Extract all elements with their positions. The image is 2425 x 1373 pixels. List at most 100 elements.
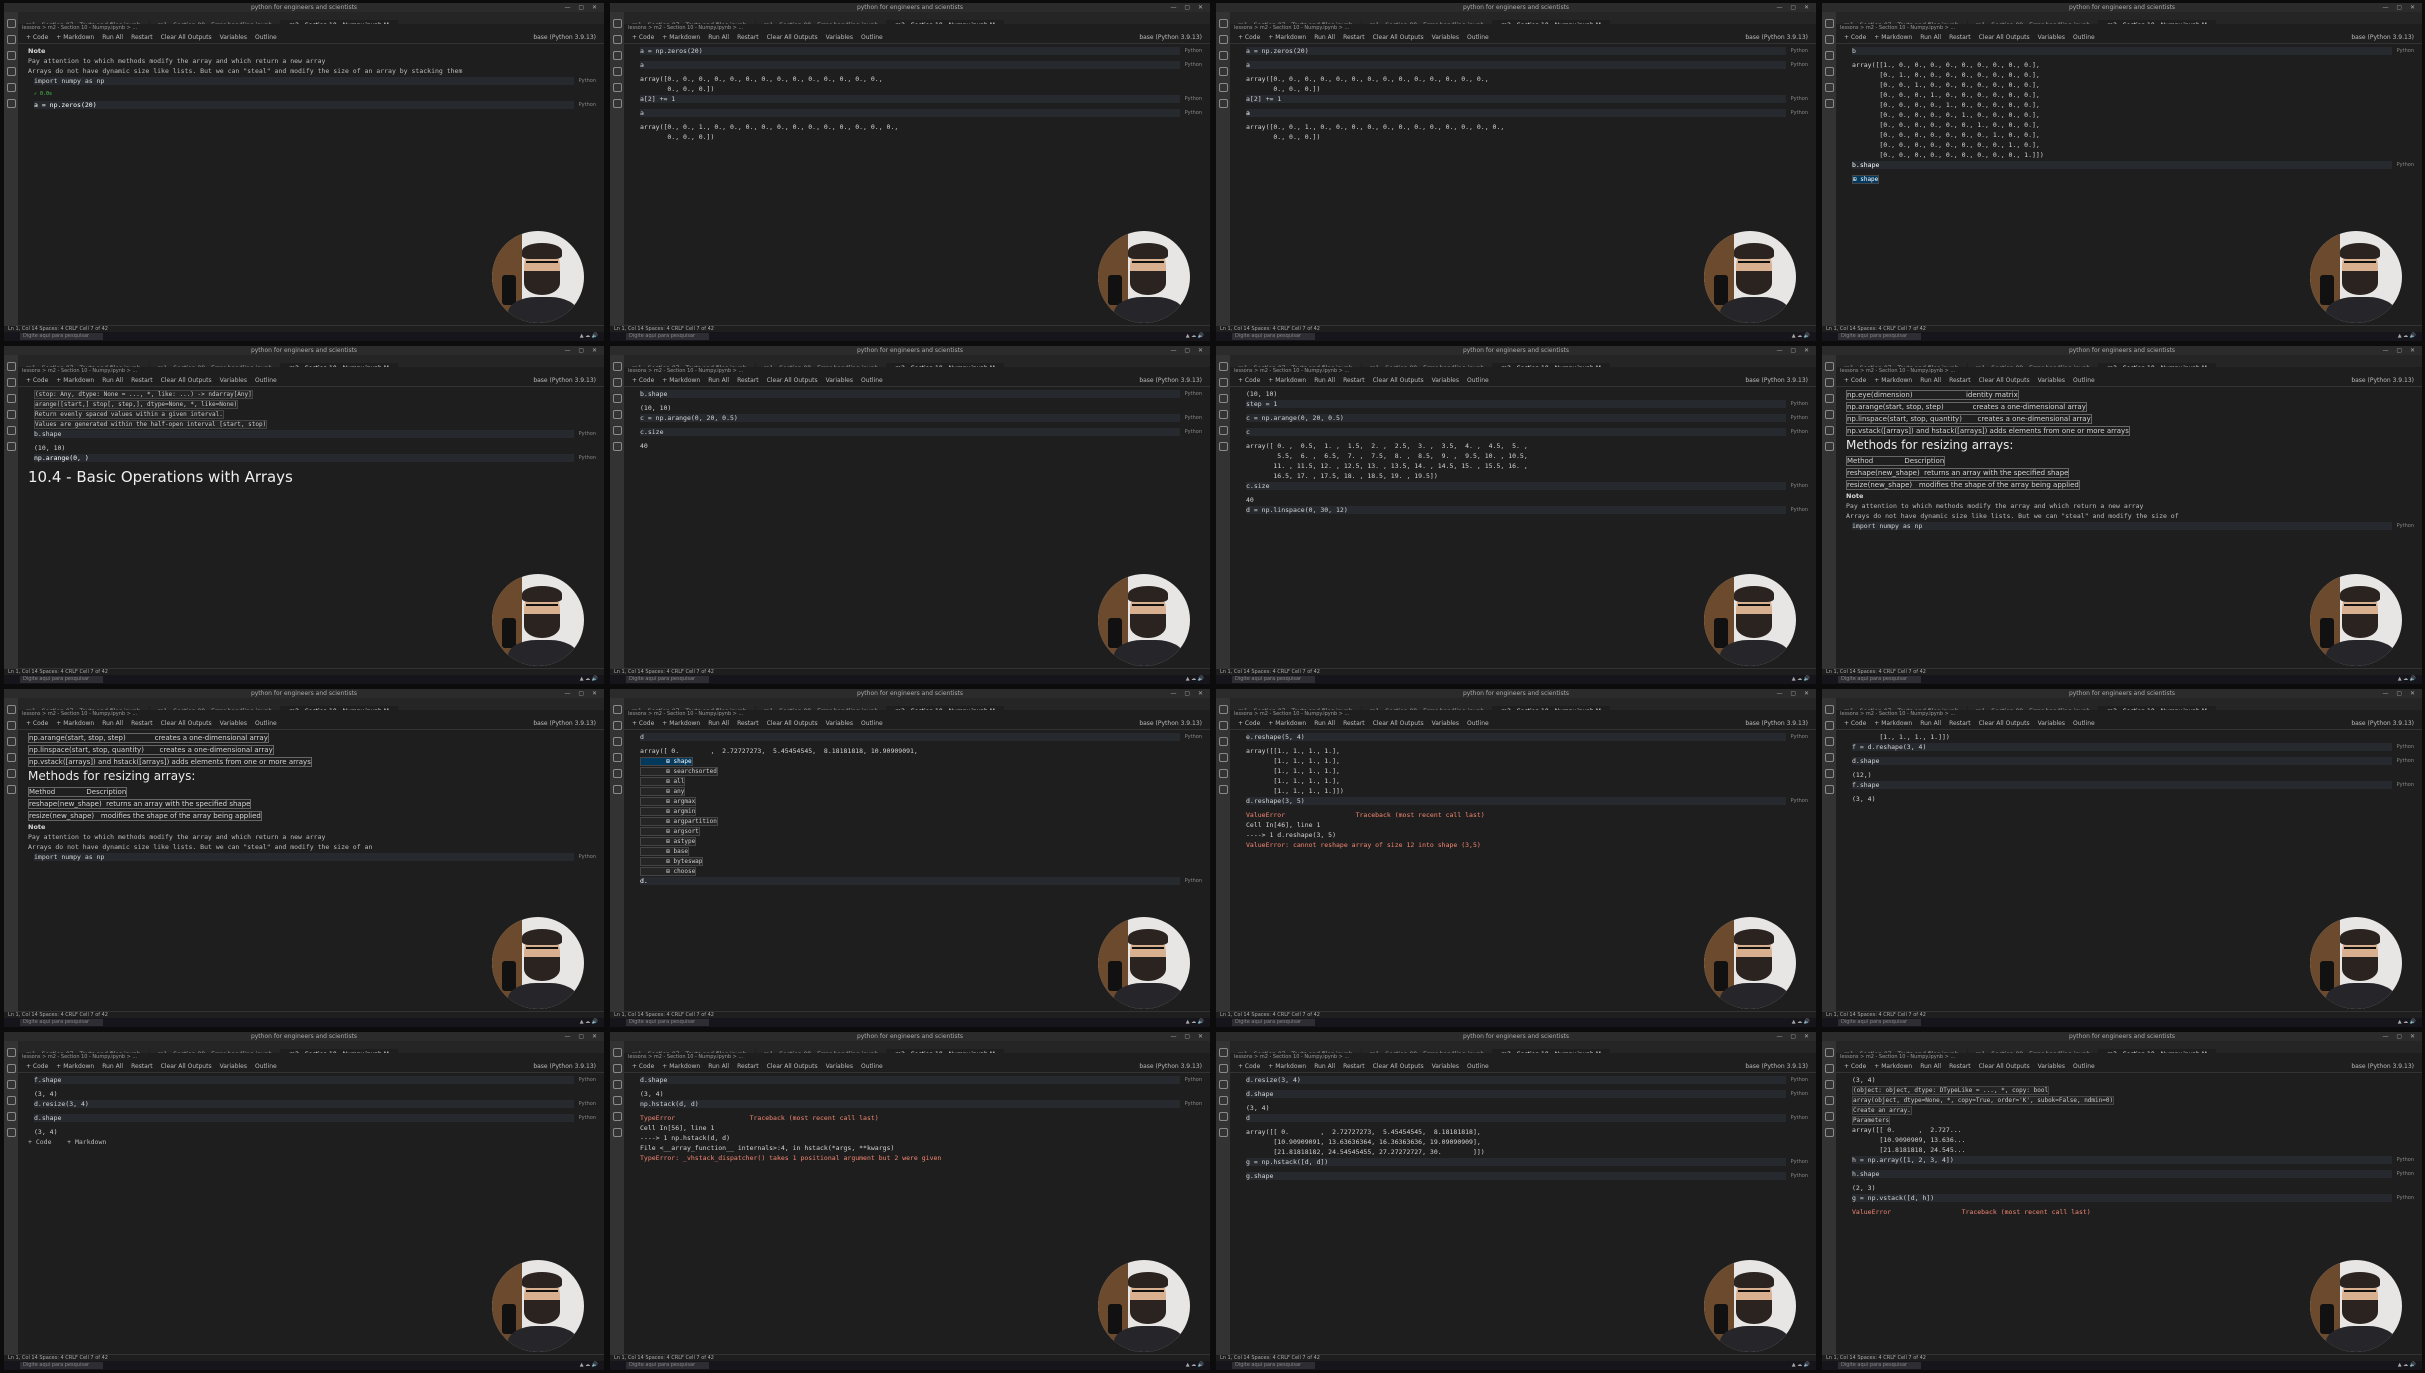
toolbar-button[interactable]: Variables: [1432, 377, 1459, 384]
tab-item[interactable]: m1 - Section 08 - Error handling.ipynb: [1362, 706, 1494, 710]
source-control-icon[interactable]: [6, 737, 16, 746]
taskbar-search[interactable]: Digite aqui para pesquisar: [1232, 1362, 1315, 1369]
tab-item[interactable]: m1 - Section 08 - Error handling.ipynb: [150, 363, 282, 367]
toolbar-button[interactable]: Run All: [1314, 1063, 1335, 1070]
code-cell[interactable]: d.reshape(3, 5): [1246, 797, 1786, 805]
kernel-picker[interactable]: base (Python 3.9.13): [1745, 1062, 1808, 1072]
search-icon[interactable]: [6, 378, 16, 387]
explorer-icon[interactable]: [1218, 705, 1228, 714]
toolbar-button[interactable]: Clear All Outputs: [767, 1063, 818, 1070]
search-icon[interactable]: [1218, 378, 1228, 387]
code-cell[interactable]: h.shape: [1852, 1170, 2392, 1178]
tab-item[interactable]: m1 - Section 07 - Texts and files.ipynb: [1230, 1049, 1362, 1053]
jupyter-icon[interactable]: [1218, 99, 1228, 108]
tab-item[interactable]: m1 - Section 08 - Error handling.ipynb: [1968, 20, 2100, 24]
extensions-icon[interactable]: [612, 1112, 622, 1121]
tab-item[interactable]: m2 - Section 10 - Numpy.ipynb M: [2099, 1049, 2216, 1053]
kernel-picker[interactable]: base (Python 3.9.13): [1745, 376, 1808, 386]
toolbar-button[interactable]: Outline: [861, 34, 883, 41]
toolbar-button[interactable]: + Code: [632, 377, 654, 384]
jupyter-icon[interactable]: [6, 442, 16, 451]
jupyter-icon[interactable]: [1824, 99, 1834, 108]
source-control-icon[interactable]: [1824, 394, 1834, 403]
search-icon[interactable]: [612, 35, 622, 44]
toolbar-button[interactable]: + Code: [632, 720, 654, 727]
search-icon[interactable]: [1218, 1064, 1228, 1073]
extensions-icon[interactable]: [6, 83, 16, 92]
toolbar-button[interactable]: + Markdown: [56, 34, 94, 41]
code-cell[interactable]: a = np.zeros(20): [34, 101, 574, 109]
toolbar-button[interactable]: + Code: [26, 377, 48, 384]
jupyter-icon[interactable]: [612, 99, 622, 108]
tab-item[interactable]: m1 - Section 07 - Texts and files.ipynb: [1230, 363, 1362, 367]
toolbar-button[interactable]: Run All: [102, 377, 123, 384]
tab-item[interactable]: m2 - Section 10 - Numpy.ipynb M: [887, 706, 1004, 710]
search-icon[interactable]: [6, 1064, 16, 1073]
toolbar-button[interactable]: Restart: [1343, 34, 1365, 41]
suggestion-item[interactable]: ⊞ choose: [640, 867, 697, 876]
explorer-icon[interactable]: [1824, 1048, 1834, 1057]
suggestion-item[interactable]: Return evenly spaced values within a giv…: [34, 410, 224, 419]
window-controls[interactable]: — ▢ ✕: [2382, 347, 2418, 354]
kernel-picker[interactable]: base (Python 3.9.13): [1139, 376, 1202, 386]
code-cell[interactable]: a = np.zeros(20): [640, 47, 1180, 55]
toolbar-button[interactable]: Run All: [1314, 377, 1335, 384]
explorer-icon[interactable]: [1824, 362, 1834, 371]
toolbar-button[interactable]: + Markdown: [1874, 34, 1912, 41]
toolbar-button[interactable]: + Code: [1238, 720, 1260, 727]
toolbar-button[interactable]: Variables: [2038, 34, 2065, 41]
suggestion-item[interactable]: ⊞ argmax: [640, 797, 697, 806]
extensions-icon[interactable]: [1824, 426, 1834, 435]
tab-item[interactable]: m1 - Section 07 - Texts and files.ipynb: [624, 1049, 756, 1053]
window-controls[interactable]: — ▢ ✕: [2382, 690, 2418, 697]
taskbar-search[interactable]: Digite aqui para pesquisar: [626, 676, 709, 683]
jupyter-icon[interactable]: [1824, 442, 1834, 451]
window-controls[interactable]: — ▢ ✕: [2382, 1033, 2418, 1040]
toolbar-button[interactable]: Clear All Outputs: [161, 720, 212, 727]
tab-item[interactable]: m1 - Section 08 - Error handling.ipynb: [756, 706, 888, 710]
tab-item[interactable]: m1 - Section 07 - Texts and files.ipynb: [1230, 706, 1362, 710]
jupyter-icon[interactable]: [1218, 1128, 1228, 1137]
run-debug-icon[interactable]: [612, 410, 622, 419]
toolbar-button[interactable]: + Code: [1844, 720, 1866, 727]
toolbar-button[interactable]: Restart: [1343, 1063, 1365, 1070]
explorer-icon[interactable]: [1218, 1048, 1228, 1057]
run-debug-icon[interactable]: [612, 1096, 622, 1105]
suggestion-item[interactable]: Create an array.: [1852, 1106, 1912, 1115]
source-control-icon[interactable]: [1824, 737, 1834, 746]
jupyter-icon[interactable]: [612, 785, 622, 794]
tab-item[interactable]: m1 - Section 08 - Error handling.ipynb: [150, 1049, 282, 1053]
source-control-icon[interactable]: [612, 1080, 622, 1089]
toolbar-button[interactable]: + Code: [1238, 377, 1260, 384]
explorer-icon[interactable]: [6, 19, 16, 28]
kernel-picker[interactable]: base (Python 3.9.13): [1139, 33, 1202, 43]
toolbar-button[interactable]: Run All: [1920, 377, 1941, 384]
extensions-icon[interactable]: [1218, 426, 1228, 435]
toolbar-button[interactable]: + Markdown: [662, 720, 700, 727]
toolbar-button[interactable]: + Code: [1844, 1063, 1866, 1070]
tab-item[interactable]: m1 - Section 08 - Error handling.ipynb: [150, 706, 282, 710]
toolbar-button[interactable]: Variables: [826, 1063, 853, 1070]
breadcrumb[interactable]: lessons > m2 - Section 10 - Numpy.ipynb …: [628, 711, 743, 717]
toolbar-button[interactable]: + Markdown: [1268, 377, 1306, 384]
suggestion-item[interactable]: array(object, dtype=None, *, copy=True, …: [1852, 1096, 2115, 1105]
taskbar-search[interactable]: Digite aqui para pesquisar: [1232, 1019, 1315, 1026]
toolbar-button[interactable]: Clear All Outputs: [1373, 34, 1424, 41]
toolbar-button[interactable]: + Markdown: [56, 1063, 94, 1070]
code-cell[interactable]: g = np.hstack([d, d]): [1246, 1158, 1786, 1166]
explorer-icon[interactable]: [6, 705, 16, 714]
source-control-icon[interactable]: [612, 51, 622, 60]
kernel-picker[interactable]: base (Python 3.9.13): [533, 376, 596, 386]
breadcrumb[interactable]: lessons > m2 - Section 10 - Numpy.ipynb …: [1234, 711, 1349, 717]
tab-item[interactable]: m2 - Section 10 - Numpy.ipynb M: [887, 363, 1004, 367]
window-controls[interactable]: — ▢ ✕: [1170, 1033, 1206, 1040]
kernel-picker[interactable]: base (Python 3.9.13): [1139, 1062, 1202, 1072]
run-debug-icon[interactable]: [1218, 753, 1228, 762]
toolbar-button[interactable]: Run All: [102, 720, 123, 727]
toolbar-button[interactable]: Restart: [1949, 377, 1971, 384]
tab-item[interactable]: m1 - Section 08 - Error handling.ipynb: [150, 20, 282, 24]
toolbar-button[interactable]: + Markdown: [662, 1063, 700, 1070]
kernel-picker[interactable]: base (Python 3.9.13): [533, 1062, 596, 1072]
taskbar-search[interactable]: Digite aqui para pesquisar: [20, 1019, 103, 1026]
search-icon[interactable]: [1824, 1064, 1834, 1073]
